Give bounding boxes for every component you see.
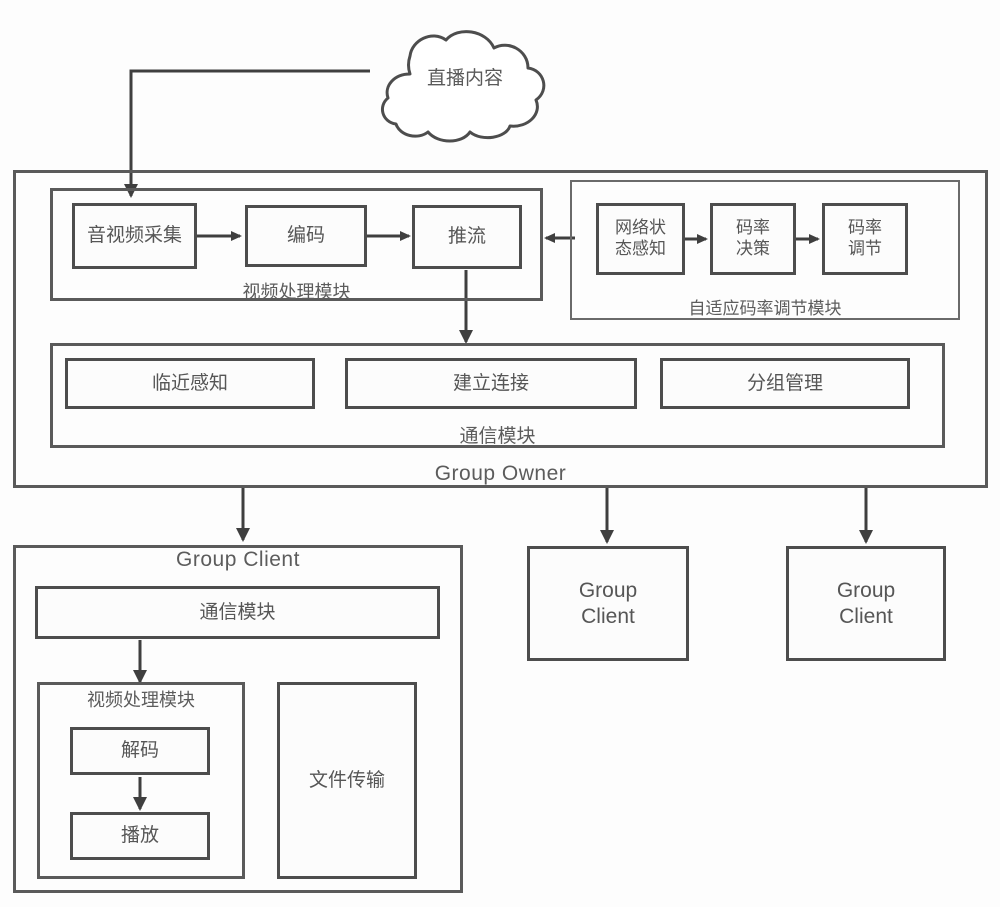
node-network-state-sense[interactable]: 网络状 态感知 (596, 203, 685, 275)
diagram-canvas: 直播内容 Group Owner 视频处理模块 音视频采集 编码 推流 自适应码… (0, 0, 1000, 907)
node-encode[interactable]: 编码 (245, 205, 367, 267)
group-owner-label: Group Owner (434, 462, 567, 485)
owner-bitrate-module-label: 自适应码率调节模块 (688, 299, 842, 319)
node-audio-video-capture[interactable]: 音视频采集 (72, 203, 197, 269)
node-push-stream-label: 推流 (447, 225, 486, 248)
group-client-simple-2-label: Group Client (836, 578, 896, 628)
node-decode-label: 解码 (120, 739, 159, 762)
live-content-cloud: 直播内容 (370, 22, 560, 144)
live-content-label: 直播内容 (426, 66, 503, 89)
node-play-label: 播放 (120, 824, 159, 847)
owner-video-module-label: 视频处理模块 (242, 282, 351, 303)
node-proximity-sense[interactable]: 临近感知 (65, 358, 315, 409)
owner-comm-module-label: 通信模块 (459, 425, 536, 447)
client-comm-module[interactable]: 通信模块 (35, 586, 440, 639)
node-proximity-sense-label: 临近感知 (151, 371, 228, 394)
node-bitrate-adjust-label: 码率 调节 (848, 218, 882, 259)
client-video-module-label: 视频处理模块 (87, 690, 195, 711)
node-push-stream[interactable]: 推流 (412, 205, 522, 269)
node-decode[interactable]: 解码 (70, 727, 210, 775)
node-bitrate-decision-label: 码率 决策 (736, 218, 770, 259)
group-client-simple-1-label: Group Client (578, 578, 638, 628)
group-client-simple-2[interactable]: Group Client (786, 546, 946, 661)
node-group-management[interactable]: 分组管理 (660, 358, 910, 409)
node-network-state-sense-label: 网络状 态感知 (615, 218, 666, 259)
node-establish-connection[interactable]: 建立连接 (345, 358, 637, 409)
node-file-transfer-label: 文件传输 (308, 768, 385, 791)
node-encode-label: 编码 (286, 224, 325, 247)
node-audio-video-capture-label: 音视频采集 (86, 224, 182, 247)
node-play[interactable]: 播放 (70, 812, 210, 860)
node-file-transfer[interactable]: 文件传输 (277, 682, 417, 879)
node-bitrate-decision[interactable]: 码率 决策 (710, 203, 796, 275)
node-group-management-label: 分组管理 (746, 371, 823, 394)
node-establish-connection-label: 建立连接 (452, 371, 529, 394)
group-client-detailed-label: Group Client (176, 548, 300, 571)
node-bitrate-adjust[interactable]: 码率 调节 (822, 203, 908, 275)
group-client-simple-1[interactable]: Group Client (527, 546, 689, 661)
client-comm-module-label: 通信模块 (199, 600, 276, 623)
